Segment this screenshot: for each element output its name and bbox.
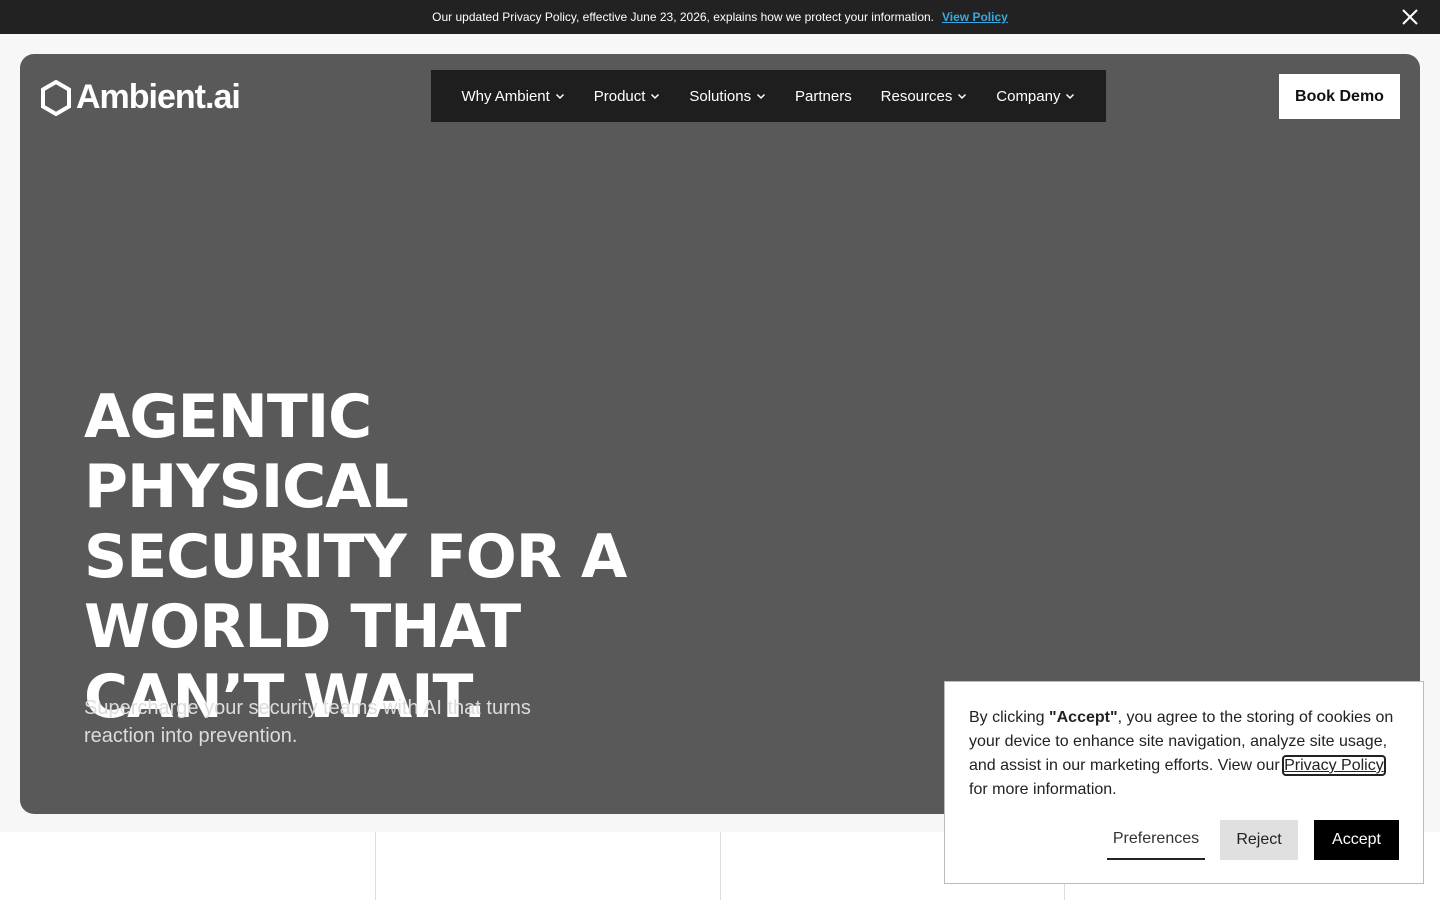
nav-solutions[interactable]: Solutions	[689, 88, 766, 105]
brand-name: Ambient.ai	[76, 78, 241, 116]
cookie-actions: Preferences Reject Accept	[945, 820, 1423, 860]
preferences-button[interactable]: Preferences	[1107, 820, 1205, 860]
nav-label: Product	[593, 87, 646, 105]
view-policy-link[interactable]: View Policy	[942, 10, 1008, 24]
announcement-banner: Our updated Privacy Policy, effective Ju…	[0, 0, 1440, 34]
reject-button[interactable]: Reject	[1220, 820, 1298, 860]
column-divider	[720, 832, 721, 900]
nav-label: Solutions	[689, 87, 752, 105]
chevron-down-icon	[757, 93, 766, 100]
nav-label: Partners	[795, 87, 852, 105]
cookie-text-bold: "Accept"	[1049, 709, 1118, 726]
hexagon-logo-icon	[41, 79, 71, 116]
chevron-down-icon	[651, 93, 660, 100]
cookie-message: By clicking "Accept", you agree to the s…	[969, 706, 1399, 802]
chevron-down-icon	[1066, 93, 1075, 100]
close-icon[interactable]	[1400, 7, 1420, 27]
main-nav: Why Ambient Product Solutions Partners R…	[431, 70, 1106, 122]
nav-label: Company	[996, 87, 1061, 105]
privacy-policy-link[interactable]: Privacy Policy	[1282, 755, 1386, 776]
cookie-text-part: By clicking	[969, 709, 1050, 726]
nav-label: Why Ambient	[461, 87, 550, 105]
column-divider	[375, 832, 376, 900]
book-demo-button[interactable]: Book Demo	[1279, 74, 1400, 119]
accept-button[interactable]: Accept	[1314, 820, 1399, 860]
hero-headline: Agentic physical security for a world th…	[84, 382, 627, 732]
nav-why-ambient[interactable]: Why Ambient	[461, 88, 564, 105]
cookie-consent-dialog: By clicking "Accept", you agree to the s…	[944, 681, 1424, 884]
banner-text: Our updated Privacy Policy, effective Ju…	[432, 10, 934, 24]
nav-company[interactable]: Company	[996, 88, 1075, 105]
chevron-down-icon	[555, 93, 564, 100]
chevron-down-icon	[958, 93, 967, 100]
nav-partners[interactable]: Partners	[795, 88, 852, 105]
hero-subheadline: Supercharge your security teams with AI …	[84, 697, 531, 747]
nav-label: Resources	[880, 87, 953, 105]
brand-logo[interactable]: Ambient.ai	[40, 78, 241, 117]
cookie-text-part: for more information.	[969, 781, 1117, 798]
nav-product[interactable]: Product	[594, 88, 661, 105]
nav-resources[interactable]: Resources	[881, 88, 968, 105]
